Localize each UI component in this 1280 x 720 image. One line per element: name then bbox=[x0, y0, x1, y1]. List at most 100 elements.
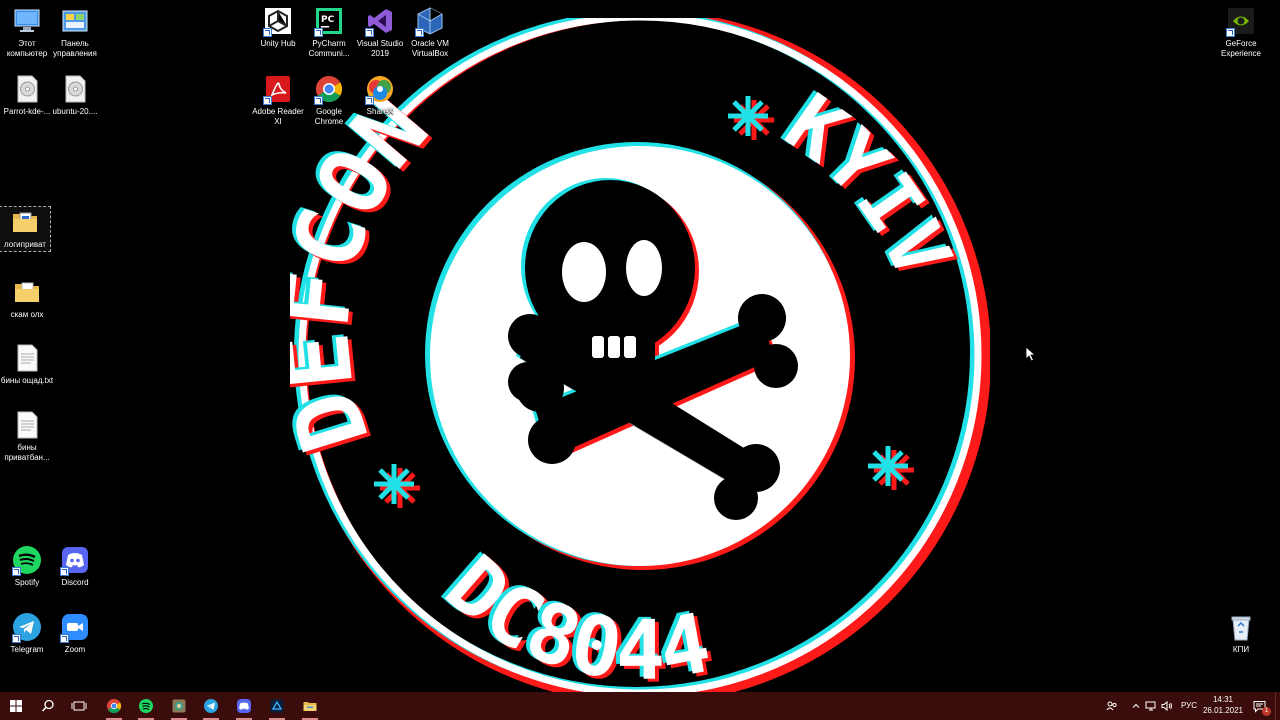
taskbar-app[interactable] bbox=[164, 692, 194, 720]
desktop-icon-label: ShareX bbox=[366, 107, 394, 116]
folder-icon bbox=[10, 207, 40, 237]
search-icon bbox=[41, 699, 54, 712]
wallpaper-asterisk-right bbox=[868, 446, 914, 490]
desktop-icon-google-chrome[interactable]: Google Chrome bbox=[302, 74, 356, 126]
desktop-icon-label: Parrot-kde-... bbox=[3, 107, 51, 116]
spotify-icon bbox=[12, 545, 42, 576]
tray-language-indicator[interactable]: РУС bbox=[1178, 692, 1200, 720]
desktop-icon-sharex[interactable]: ShareX bbox=[353, 74, 407, 117]
taskbar-spotify[interactable] bbox=[131, 692, 161, 720]
start-button[interactable] bbox=[1, 692, 31, 720]
desktop-icon-label: Spotify bbox=[14, 578, 40, 587]
show-desktop-button[interactable] bbox=[1275, 692, 1280, 720]
desktop-icon-label: GeForce Experience bbox=[1220, 39, 1262, 58]
wallpaper-defcon-emblem: DEFCON DEFCON DEFCON KYIV KYIV KYIV DC80… bbox=[290, 18, 990, 692]
desktop-icon-label: КПИ bbox=[1232, 645, 1250, 654]
telegram-icon bbox=[204, 699, 218, 713]
file-explorer-icon bbox=[303, 702, 317, 711]
shortcut-arrow-icon bbox=[415, 28, 424, 37]
desktop-icon-ubuntu-iso[interactable]: ubuntu-20.... bbox=[48, 74, 102, 117]
spotify-icon bbox=[139, 699, 153, 713]
desktop-icon-visual-studio[interactable]: Visual Studio 2019 bbox=[353, 6, 407, 58]
desktop-icon-telegram[interactable]: Telegram bbox=[0, 612, 54, 655]
taskbar: РУС 14:31 26.01.2021 1 bbox=[0, 692, 1280, 720]
control-panel-icon bbox=[60, 6, 90, 36]
telegram-icon bbox=[12, 612, 42, 643]
taskbar-file-explorer[interactable] bbox=[295, 692, 325, 720]
tray-time: 14:31 bbox=[1212, 695, 1234, 704]
desktop-icon-label: Visual Studio 2019 bbox=[356, 39, 404, 58]
desktop-icon-label: Панель управления bbox=[53, 39, 97, 58]
chrome-icon bbox=[314, 74, 344, 105]
discord-icon bbox=[60, 545, 90, 576]
desktop-icon-virtualbox[interactable]: Oracle VM VirtualBox bbox=[403, 6, 457, 58]
desktop-icon-spotify[interactable]: Spotify bbox=[0, 545, 54, 588]
desktop-icon-pycharm[interactable]: PC PyCharm Communi... bbox=[302, 6, 356, 58]
text-file-icon bbox=[12, 410, 42, 440]
task-view-button[interactable] bbox=[64, 692, 94, 720]
disc-image-file-icon bbox=[12, 74, 42, 104]
desktop-icon-adobe-reader[interactable]: Adobe Reader XI bbox=[251, 74, 305, 126]
desktop-icon-parrot-iso[interactable]: Parrot-kde-... bbox=[0, 74, 54, 117]
desktop-icon-control-panel[interactable]: Панель управления bbox=[48, 6, 102, 58]
wallpaper-asterisk-left bbox=[374, 464, 420, 508]
desktop-icon-this-pc[interactable]: Этот компьютер bbox=[0, 6, 54, 58]
adobe-reader-icon bbox=[263, 74, 293, 105]
geforce-experience-icon bbox=[1226, 6, 1256, 37]
taskbar-telegram[interactable] bbox=[196, 692, 226, 720]
shortcut-arrow-icon bbox=[263, 28, 272, 37]
desktop-icon-label: Oracle VM VirtualBox bbox=[411, 39, 449, 58]
desktop-icon-label: Google Chrome bbox=[314, 107, 344, 126]
desktop-icon-label: скам олх bbox=[10, 310, 44, 319]
svg-text:PC: PC bbox=[321, 15, 335, 25]
app-icon bbox=[172, 699, 186, 713]
desktop-icon-zoom[interactable]: Zoom bbox=[48, 612, 102, 655]
desktop-icon-label: Discord bbox=[61, 578, 89, 587]
desktop[interactable]: DEFCON DEFCON DEFCON KYIV KYIV KYIV DC80… bbox=[0, 0, 1280, 692]
chevron-up-icon bbox=[1132, 703, 1140, 708]
disc-image-file-icon bbox=[60, 74, 90, 104]
desktop-icon-text-file-privat[interactable]: бины приватбан... bbox=[0, 410, 54, 462]
zoom-icon bbox=[60, 612, 90, 643]
desktop-icon-label: бины приватбан... bbox=[4, 443, 50, 462]
taskbar-app-dark[interactable] bbox=[262, 692, 292, 720]
app-dark-icon bbox=[270, 699, 284, 713]
sharex-icon bbox=[365, 74, 395, 105]
desktop-icon-folder-scam[interactable]: скам олх bbox=[0, 277, 54, 320]
desktop-icon-label: бины ощад.txt bbox=[0, 376, 54, 385]
tray-network[interactable] bbox=[1144, 692, 1158, 720]
unity-hub-icon bbox=[263, 6, 293, 37]
folder-icon bbox=[12, 277, 42, 307]
visual-studio-icon bbox=[365, 6, 395, 37]
shortcut-arrow-icon bbox=[314, 96, 323, 105]
desktop-icon-label: Telegram bbox=[10, 645, 44, 654]
desktop-icon-recycle-bin[interactable]: КПИ bbox=[1214, 612, 1268, 655]
network-icon bbox=[1145, 701, 1156, 711]
shortcut-arrow-icon bbox=[365, 96, 374, 105]
tray-clock[interactable]: 14:31 26.01.2021 bbox=[1198, 694, 1248, 716]
taskbar-chrome[interactable] bbox=[99, 692, 129, 720]
desktop-icon-discord[interactable]: Discord bbox=[48, 545, 102, 588]
search-button[interactable] bbox=[33, 692, 63, 720]
shortcut-arrow-icon bbox=[12, 634, 21, 643]
desktop-icon-text-file-oschad[interactable]: бины ощад.txt bbox=[0, 343, 54, 386]
desktop-icon-unity-hub[interactable]: Unity Hub bbox=[251, 6, 305, 49]
desktop-icon-label: Zoom bbox=[64, 645, 86, 654]
text-file-icon bbox=[12, 343, 42, 373]
chrome-icon bbox=[107, 699, 122, 714]
desktop-icon-folder-logi[interactable]: логиприват bbox=[0, 206, 51, 252]
tray-show-hidden-icons[interactable] bbox=[1129, 692, 1143, 720]
virtualbox-icon bbox=[415, 6, 445, 37]
mouse-cursor-icon bbox=[1025, 346, 1037, 362]
desktop-icon-label: Adobe Reader XI bbox=[252, 107, 304, 126]
desktop-icon-geforce-experience[interactable]: GeForce Experience bbox=[1214, 6, 1268, 58]
desktop-icon-label: Этот компьютер bbox=[6, 39, 48, 58]
tray-date: 26.01.2021 bbox=[1202, 706, 1244, 715]
taskbar-discord[interactable] bbox=[229, 692, 259, 720]
pycharm-icon: PC bbox=[314, 6, 344, 37]
tray-people-button[interactable] bbox=[1104, 692, 1120, 720]
wallpaper-asterisk-top bbox=[728, 96, 774, 140]
shortcut-arrow-icon bbox=[365, 28, 374, 37]
desktop-icon-label: логиприват bbox=[4, 240, 46, 249]
tray-volume[interactable] bbox=[1160, 692, 1174, 720]
